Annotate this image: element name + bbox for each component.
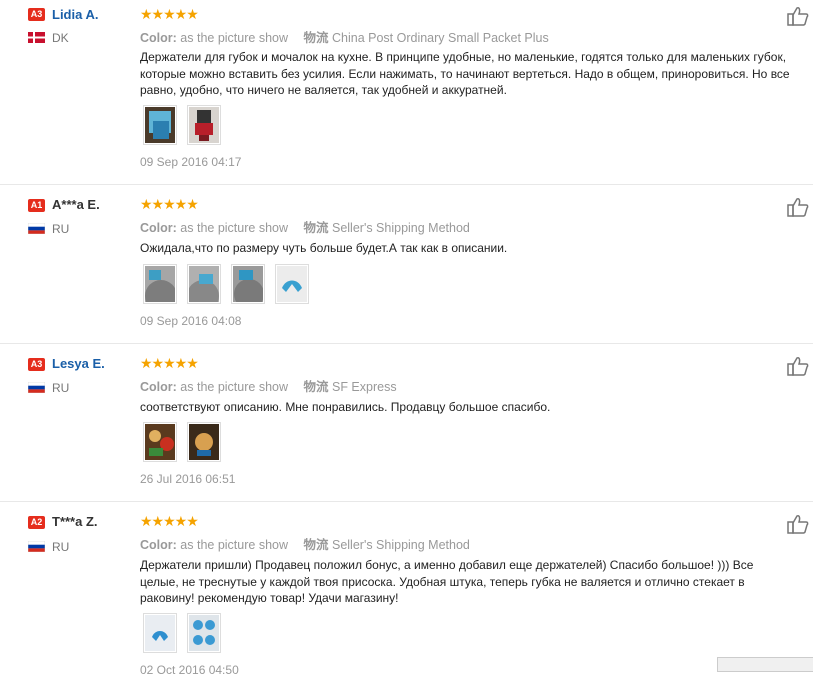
review-text: Держатели пришли) Продавец положил бонус… [140, 558, 754, 605]
star-rating: ★★★★★ [140, 196, 199, 212]
review-text: Ожидала,что по размеру чуть больше будет… [140, 241, 508, 255]
shipping-label: 物流 [303, 31, 329, 45]
thumbs-up-icon[interactable] [787, 197, 809, 217]
review-photo-thumbnail[interactable] [187, 264, 221, 304]
shipping-label: 物流 [303, 538, 329, 552]
review-photo-thumbnail[interactable] [187, 105, 221, 145]
buyer-level-badge: A1 [28, 199, 45, 212]
thumbs-up-icon[interactable] [787, 514, 809, 534]
review-photo-thumbnail[interactable] [143, 264, 177, 304]
color-value: as the picture show [180, 538, 288, 552]
review-photos [143, 422, 221, 462]
review-text: соответствуют описанию. Мне понравились.… [140, 400, 551, 414]
buyer-level-badge: A3 [28, 358, 45, 371]
review-photo-thumbnail[interactable] [143, 105, 177, 145]
thumbs-up-icon[interactable] [787, 6, 809, 26]
review-photos [143, 264, 309, 304]
thumbs-up-icon[interactable] [787, 356, 809, 376]
buyer-name-link[interactable]: Lidia A. [52, 7, 98, 22]
order-info: Color: as the picture show 物流 Seller's S… [140, 217, 470, 236]
shipping-method: Seller's Shipping Method [331, 221, 470, 235]
review-divider [0, 343, 813, 344]
shipping-method: Seller's Shipping Method [331, 538, 470, 552]
flag-russia-icon [28, 382, 45, 393]
star-rating: ★★★★★ [140, 513, 199, 529]
buyer-level-badge: A2 [28, 516, 45, 529]
review-text: Держатели для губок и мочалок на кухне. … [140, 50, 790, 97]
color-value: as the picture show [180, 380, 288, 394]
review-divider [0, 184, 813, 185]
buyer-name: T***a Z. [52, 514, 98, 529]
star-rating: ★★★★★ [140, 6, 199, 22]
order-info: Color: as the picture show 物流 SF Express [140, 376, 397, 395]
flag-russia-icon [28, 223, 45, 234]
review-date: 09 Sep 2016 04:17 [140, 155, 242, 169]
flag-russia-icon [28, 541, 45, 552]
buyer-name: A***a E. [52, 197, 100, 212]
review-date: 09 Sep 2016 04:08 [140, 314, 242, 328]
color-label: Color: [140, 221, 177, 235]
order-info: Color: as the picture show 物流 Seller's S… [140, 534, 470, 553]
color-label: Color: [140, 538, 177, 552]
buyer-country: RU [52, 540, 70, 554]
color-label: Color: [140, 31, 177, 45]
buyer-level-badge: A3 [28, 8, 45, 21]
order-info: Color: as the picture show 物流 China Post… [140, 27, 549, 46]
color-value: as the picture show [180, 221, 288, 235]
star-rating: ★★★★★ [140, 355, 199, 371]
review-photos [143, 613, 221, 653]
buyer-country: DK [52, 31, 69, 45]
review-date: 02 Oct 2016 04:50 [140, 663, 239, 677]
color-label: Color: [140, 380, 177, 394]
review-photo-thumbnail[interactable] [275, 264, 309, 304]
buyer-name-link[interactable]: Lesya E. [52, 356, 105, 371]
color-value: as the picture show [180, 31, 288, 45]
review-photo-thumbnail[interactable] [187, 422, 221, 462]
review-photo-thumbnail[interactable] [231, 264, 265, 304]
review-photo-thumbnail[interactable] [187, 613, 221, 653]
review-divider [0, 501, 813, 502]
review-photo-thumbnail[interactable] [143, 613, 177, 653]
review-photo-thumbnail[interactable] [143, 422, 177, 462]
buyer-country: RU [52, 381, 70, 395]
shipping-label: 物流 [303, 380, 329, 394]
flag-denmark-icon [28, 32, 45, 43]
shipping-label: 物流 [303, 221, 329, 235]
buyer-country: RU [52, 222, 70, 236]
shipping-method: SF Express [331, 380, 397, 394]
review-photos [143, 105, 221, 145]
shipping-method: China Post Ordinary Small Packet Plus [331, 31, 549, 45]
review-date: 26 Jul 2016 06:51 [140, 472, 236, 486]
